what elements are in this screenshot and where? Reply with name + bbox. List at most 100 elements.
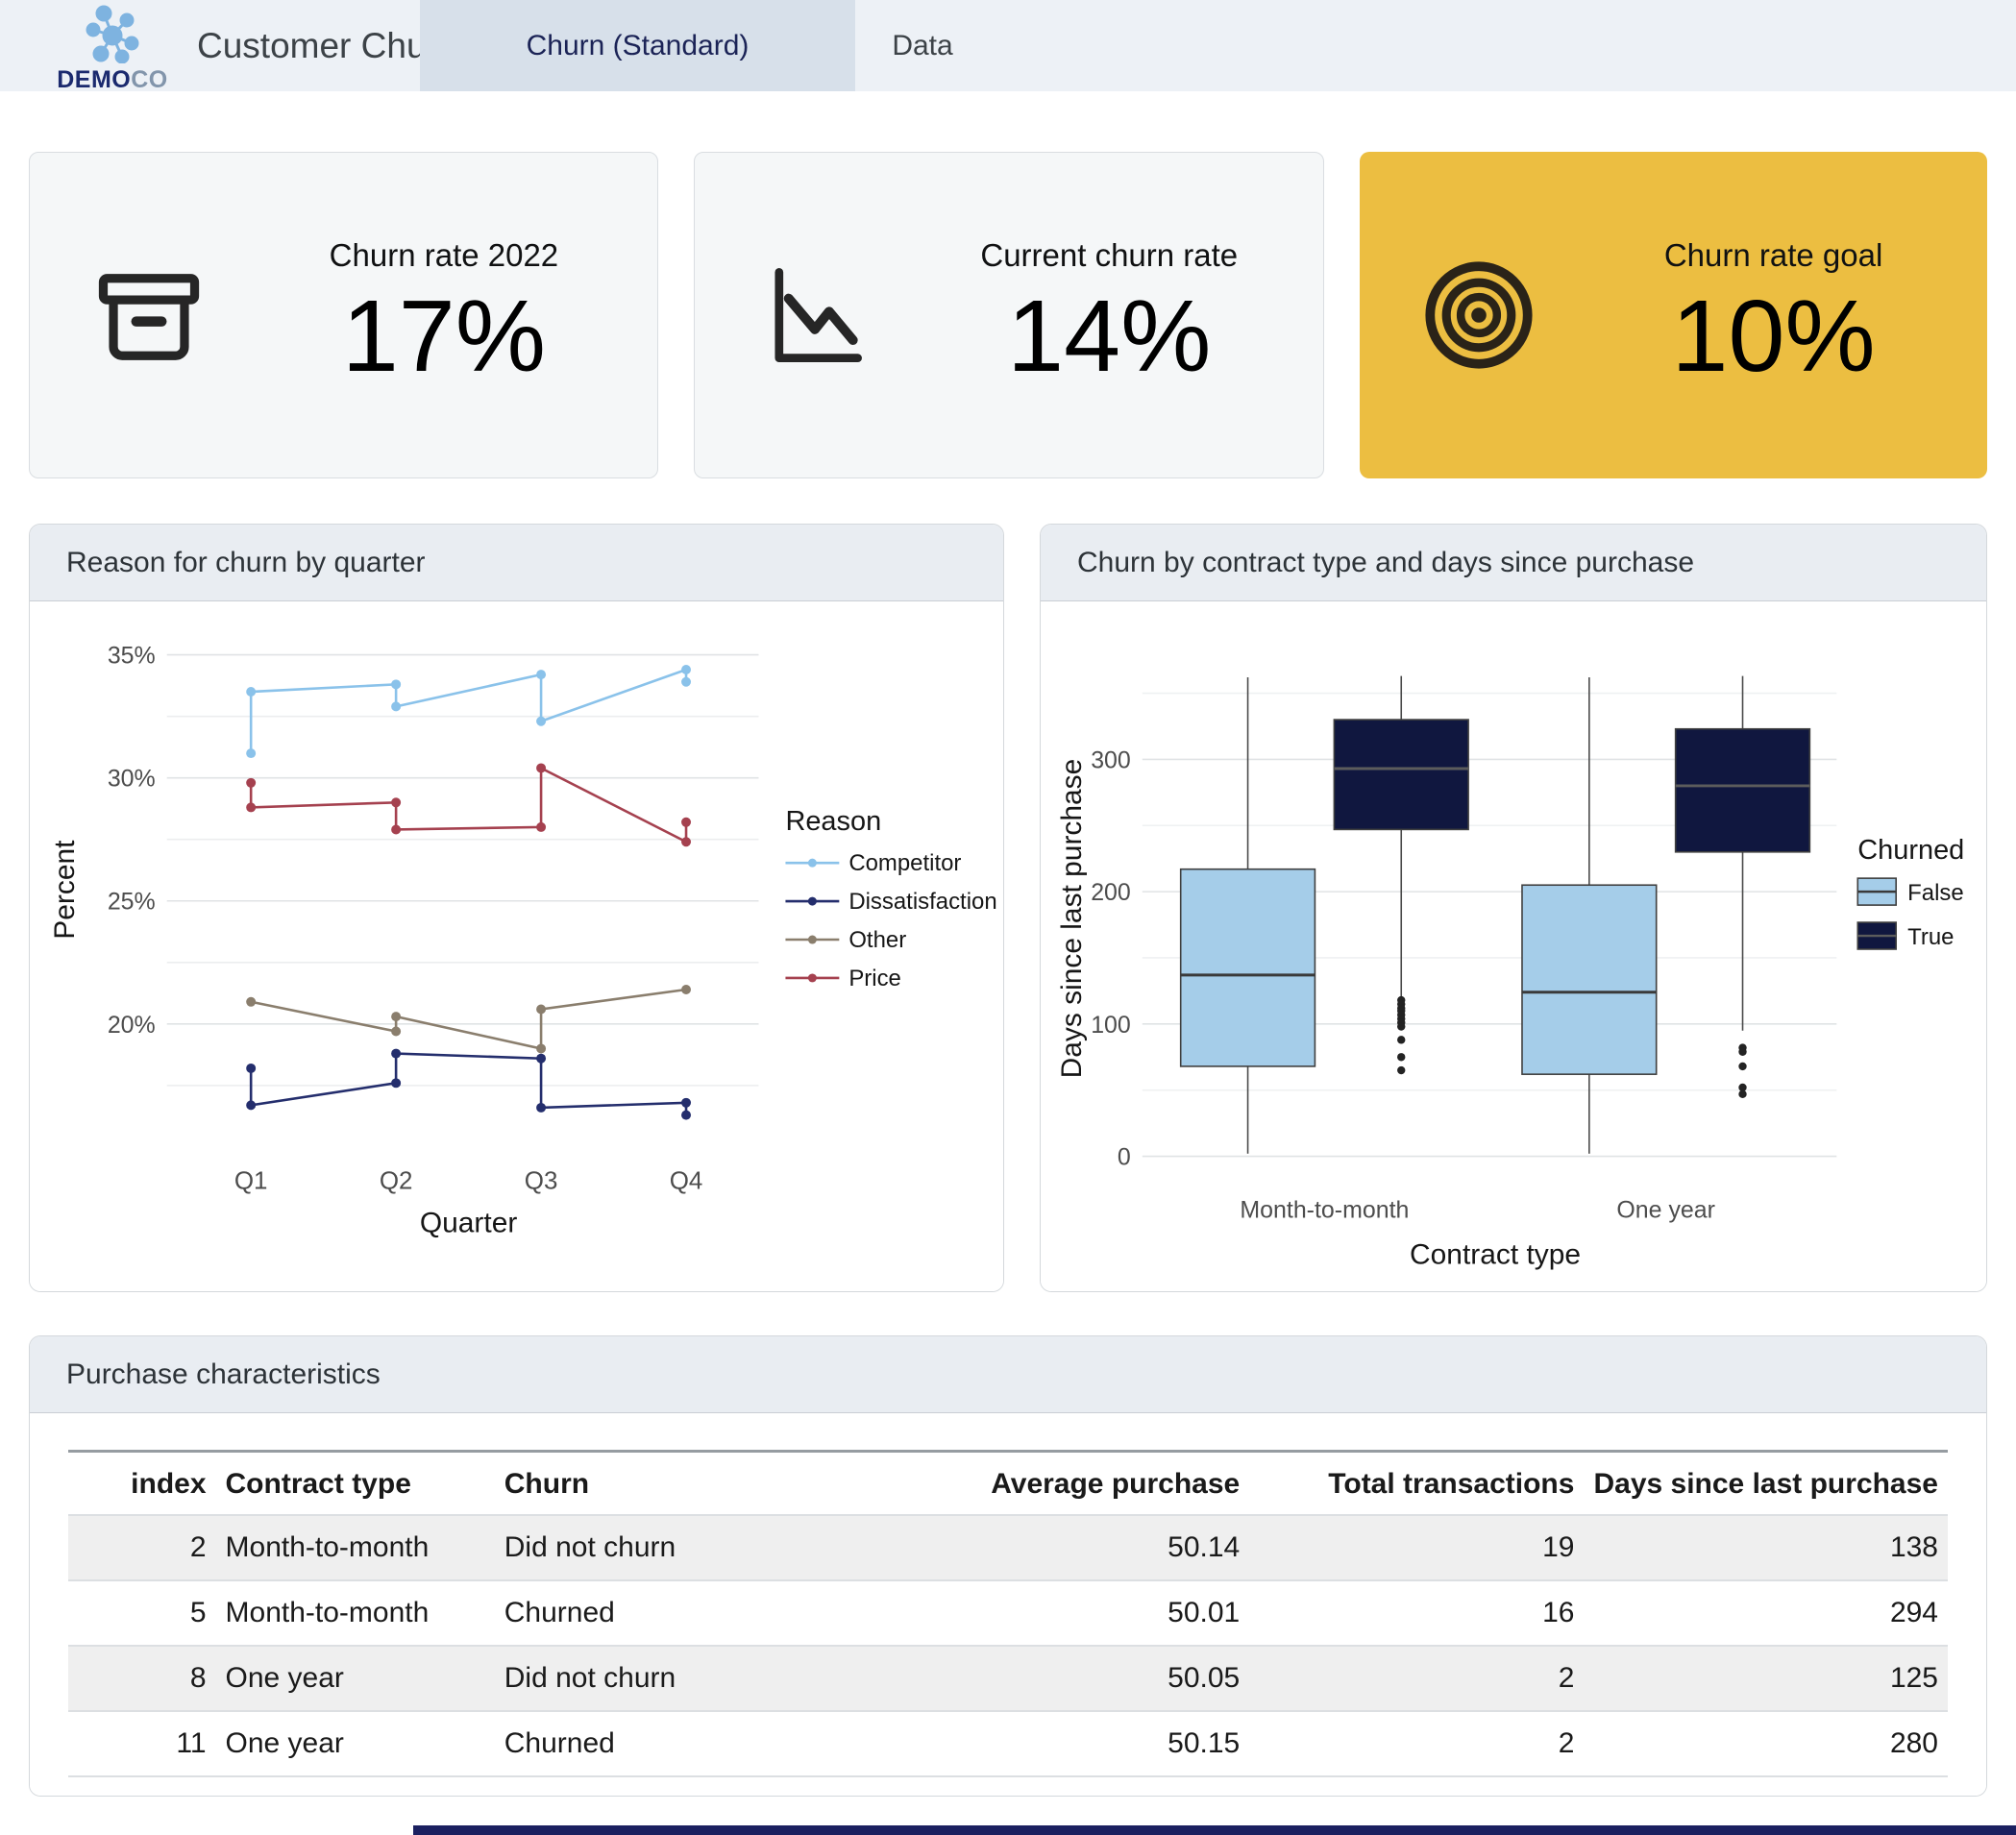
table-cell: 16	[1249, 1580, 1584, 1646]
box-false-0	[1181, 677, 1315, 1154]
purchase-table-head: indexContract typeChurnAverage purchaseT…	[68, 1452, 1948, 1516]
svg-text:True: True	[1907, 924, 1954, 950]
tab-churn-standard[interactable]: Churn (Standard)	[420, 0, 855, 91]
table-cell: 11	[68, 1711, 216, 1776]
kpi-text-block: Current churn rate 14%	[915, 237, 1304, 394]
tab-data[interactable]: Data	[855, 0, 990, 91]
line-chart-body: 35%30%25%20%Q1Q2Q3Q4QuarterPercentReason…	[30, 601, 1003, 1291]
dashboard-page: DEMOCO Customer Churn Churn (Standard) D…	[0, 0, 2016, 1835]
table-cell: 19	[1249, 1515, 1584, 1580]
target-icon	[1379, 253, 1580, 378]
column-header-total-transactions: Total transactions	[1249, 1452, 1584, 1516]
purchase-table-rows: 2Month-to-monthDid not churn50.14191385M…	[68, 1515, 1948, 1776]
table-cell: Churned	[495, 1580, 897, 1646]
svg-text:Percent: Percent	[49, 840, 81, 940]
table-cell: 2	[1249, 1646, 1584, 1711]
box-chart-body: 0100200300Month-to-monthOne yearContract…	[1041, 601, 1986, 1291]
svg-text:0: 0	[1118, 1144, 1131, 1171]
kpi-card-churn-goal: Churn rate goal 10%	[1360, 152, 1987, 478]
column-header-days-since-last-purchase: Days since last purchase	[1584, 1452, 1948, 1516]
table-cell: 50.05	[897, 1646, 1249, 1711]
column-header-contract-type: Contract type	[216, 1452, 495, 1516]
svg-text:Quarter: Quarter	[420, 1207, 518, 1238]
panel-title: Reason for churn by quarter	[30, 525, 1003, 601]
table-cell: Did not churn	[495, 1646, 897, 1711]
legend-reason: ReasonCompetitorDissatisfactionOtherPric…	[785, 806, 996, 991]
column-header-index: index	[68, 1452, 216, 1516]
svg-text:30%: 30%	[108, 766, 156, 793]
logo-wordmark: DEMOCO	[50, 66, 175, 94]
svg-text:One year: One year	[1616, 1196, 1715, 1223]
svg-text:False: False	[1907, 880, 1964, 906]
series-other	[246, 985, 691, 1053]
app-header: DEMOCO Customer Churn Churn (Standard) D…	[0, 0, 2016, 91]
logo-text-demo: DEMO	[57, 66, 131, 93]
gridlines	[167, 655, 759, 1086]
table-cell: 2	[68, 1515, 216, 1580]
footer-accent-bar	[413, 1825, 2016, 1835]
table-cell: One year	[216, 1711, 495, 1776]
box-true-1	[1676, 676, 1810, 1098]
kpi-label: Current churn rate	[915, 237, 1304, 274]
svg-text:Competitor: Competitor	[848, 850, 961, 876]
kpi-text-block: Churn rate goal 10%	[1579, 237, 1968, 394]
table-row: 5Month-to-monthChurned50.0116294	[68, 1580, 1948, 1646]
svg-text:Churned: Churned	[1857, 835, 1964, 866]
logo-text-co: CO	[131, 66, 168, 93]
trend-down-icon	[714, 256, 915, 375]
panel-title: Churn by contract type and days since pu…	[1041, 525, 1986, 601]
table-cell: Churned	[495, 1711, 897, 1776]
purchase-table: indexContract typeChurnAverage purchaseT…	[68, 1450, 1948, 1777]
table-cell: 2	[1249, 1711, 1584, 1776]
panel-reason-for-churn: Reason for churn by quarter 35%30%25%20%…	[29, 524, 1004, 1292]
svg-text:300: 300	[1091, 746, 1131, 773]
table-cell: 50.01	[897, 1580, 1249, 1646]
svg-text:100: 100	[1091, 1012, 1131, 1039]
svg-text:Dissatisfaction: Dissatisfaction	[848, 889, 996, 915]
series-competitor	[246, 665, 691, 758]
table-cell: 125	[1584, 1646, 1948, 1711]
kpi-label: Churn rate 2022	[250, 237, 639, 274]
table-row: 2Month-to-monthDid not churn50.1419138	[68, 1515, 1948, 1580]
svg-text:Reason: Reason	[785, 806, 881, 837]
box-true-0	[1334, 676, 1468, 1075]
network-logo-icon	[81, 4, 144, 63]
kpi-label: Churn rate goal	[1579, 237, 1968, 274]
panel-churn-by-contract: Churn by contract type and days since pu…	[1040, 524, 1987, 1292]
panel-purchase-characteristics: Purchase characteristics indexContract t…	[29, 1335, 1987, 1797]
table-cell: 294	[1584, 1580, 1948, 1646]
table-cell: Month-to-month	[216, 1515, 495, 1580]
table-cell: One year	[216, 1646, 495, 1711]
legend-churned: Churned False True	[1857, 835, 1964, 950]
kpi-card-churn-2022: Churn rate 2022 17%	[29, 152, 658, 478]
table-cell: Month-to-month	[216, 1580, 495, 1646]
archive-box-icon	[49, 252, 250, 379]
svg-text:Price: Price	[848, 966, 901, 991]
table-body: indexContract typeChurnAverage purchaseT…	[30, 1413, 1986, 1796]
svg-text:Days since last purchase: Days since last purchase	[1056, 759, 1088, 1079]
svg-text:Q2: Q2	[380, 1168, 413, 1195]
svg-text:20%: 20%	[108, 1012, 156, 1039]
kpi-value: 14%	[915, 280, 1304, 394]
box-false-1	[1522, 677, 1657, 1154]
column-header-average-purchase: Average purchase	[897, 1452, 1249, 1516]
axes-labels: 35%30%25%20%Q1Q2Q3Q4QuarterPercent	[49, 643, 702, 1239]
svg-text:25%: 25%	[108, 889, 156, 916]
kpi-card-current-churn: Current churn rate 14%	[694, 152, 1323, 478]
svg-text:Q1: Q1	[234, 1168, 268, 1195]
page-title: Customer Churn	[197, 0, 457, 91]
svg-text:Contract type: Contract type	[1410, 1238, 1581, 1270]
kpi-row: Churn rate 2022 17% Current churn rate 1…	[29, 152, 1987, 478]
table-cell: 50.14	[897, 1515, 1249, 1580]
table-cell: Did not churn	[495, 1515, 897, 1580]
table-row: 8One yearDid not churn50.052125	[68, 1646, 1948, 1711]
table-row: 11One yearChurned50.152280	[68, 1711, 1948, 1776]
reason-line-chart: 35%30%25%20%Q1Q2Q3Q4QuarterPercentReason…	[30, 601, 1003, 1291]
table-cell: 280	[1584, 1711, 1948, 1776]
company-logo: DEMOCO	[50, 4, 175, 94]
table-cell: 8	[68, 1646, 216, 1711]
table-header-row: indexContract typeChurnAverage purchaseT…	[68, 1452, 1948, 1516]
kpi-value: 17%	[250, 280, 639, 394]
table-cell: 138	[1584, 1515, 1948, 1580]
kpi-text-block: Churn rate 2022 17%	[250, 237, 639, 394]
